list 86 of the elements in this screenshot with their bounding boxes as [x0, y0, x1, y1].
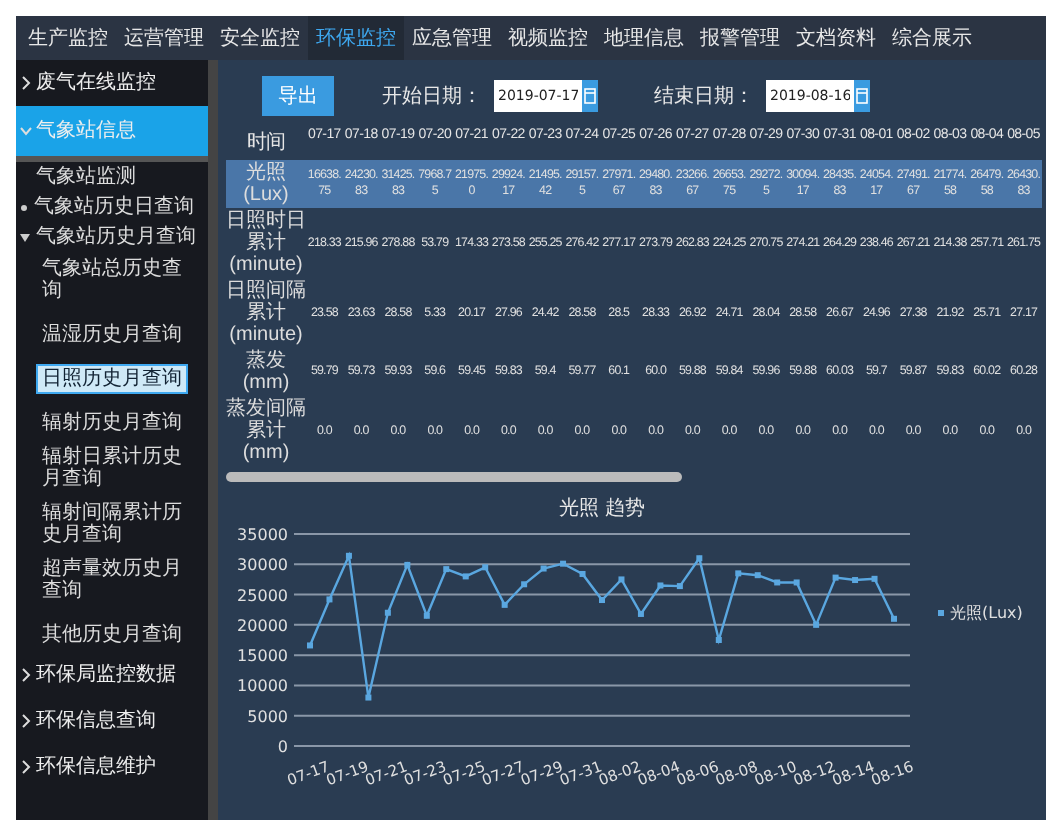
data-point [560, 560, 567, 567]
sidebar-item[interactable]: 气象站历史日查询 [16, 192, 208, 222]
y-axis-label: 0 [277, 738, 288, 756]
data-point [365, 694, 372, 701]
data-point [423, 612, 430, 619]
sidebar-item[interactable]: 气象站总历史查询 [36, 254, 204, 306]
row-header: 日照间隔累计(minute) [226, 278, 306, 348]
calendar-icon[interactable] [582, 80, 598, 112]
data-point [793, 579, 800, 586]
data-point [345, 552, 352, 559]
data-point [307, 642, 313, 649]
data-point [715, 637, 722, 643]
nav-tab[interactable]: 视频监控 [500, 16, 596, 60]
data-point [696, 555, 703, 562]
sidebar-item[interactable]: 环保信息查询 [16, 698, 208, 744]
data-point [443, 566, 450, 573]
sidebar-item[interactable]: 日照历史月查询 [36, 364, 188, 394]
sidebar-item[interactable]: 其他历史月查询 [36, 620, 188, 650]
sidebar-item[interactable]: 气象站监测 [16, 162, 208, 192]
y-axis-label: 5000 [247, 707, 288, 726]
data-point [501, 601, 508, 608]
row-header: 蒸发(mm) [240, 348, 292, 396]
data-point [404, 561, 411, 568]
chevron-right-icon [20, 713, 32, 728]
triangle-down-icon [20, 234, 30, 242]
chevron-right-icon [20, 759, 32, 774]
chart-title: 光照 趋势 [558, 498, 646, 520]
nav-tab[interactable]: 报警管理 [692, 16, 788, 60]
data-point [540, 565, 547, 572]
row-header: 日照时日累计(minute) [226, 208, 306, 278]
sidebar-item[interactable]: 超声量效历史月查询 [36, 554, 204, 606]
sidebar-item[interactable]: 气象站历史月查询 [16, 222, 208, 252]
nav-tab[interactable]: 应急管理 [404, 16, 500, 60]
nav-tab[interactable]: 综合展示 [884, 16, 980, 60]
y-axis-label: 15000 [237, 647, 288, 666]
horizontal-scrollbar[interactable] [226, 472, 682, 482]
y-axis-label: 35000 [237, 526, 288, 544]
legend-marker [938, 610, 944, 616]
sidebar-item[interactable]: 辐射间隔累计历史月查询 [36, 498, 204, 550]
data-point [618, 576, 625, 583]
y-axis-label: 30000 [237, 556, 288, 575]
data-point [462, 573, 469, 580]
end-date-label: 结束日期： [654, 83, 754, 110]
bullet-icon [20, 204, 28, 212]
row-header: 蒸发间隔累计(mm) [226, 396, 306, 466]
y-axis-label: 20000 [237, 616, 288, 635]
sidebar-item[interactable]: 温湿历史月查询 [36, 320, 188, 350]
data-point [813, 621, 820, 628]
data-point [599, 597, 605, 603]
data-point [384, 609, 391, 616]
data-point [579, 571, 586, 577]
scrollbar[interactable] [208, 60, 218, 820]
data-point [735, 570, 742, 577]
nav-tab[interactable]: 安全监控 [212, 16, 308, 60]
sidebar-item[interactable]: 辐射历史月查询 [36, 408, 188, 438]
data-point [891, 615, 897, 622]
data-point [482, 564, 489, 571]
data-point [326, 596, 333, 603]
nav-tab[interactable]: 运营管理 [116, 16, 212, 60]
chevron-down-icon [20, 123, 32, 138]
data-point [852, 577, 859, 584]
legend-label: 光照(Lux) [950, 604, 1023, 622]
column-header: 时间 [244, 129, 288, 158]
data-point [754, 572, 761, 579]
calendar-icon[interactable] [854, 80, 870, 112]
y-axis-label: 10000 [237, 677, 288, 696]
sidebar-item[interactable]: 环保信息维护 [16, 744, 208, 790]
data-point [832, 574, 839, 581]
nav-tab[interactable]: 文档资料 [788, 16, 884, 60]
start-date-label: 开始日期： [382, 83, 482, 110]
sidebar-item[interactable]: 辐射日累计历史月查询 [36, 442, 204, 494]
nav-tab[interactable]: 生产监控 [20, 16, 116, 60]
y-axis-label: 25000 [237, 586, 288, 605]
row-header: 光照(Lux) [226, 160, 306, 208]
data-point [676, 583, 683, 590]
nav-tab[interactable]: 地理信息 [596, 16, 692, 60]
data-point [521, 581, 528, 588]
data-point [637, 610, 644, 617]
data-point [871, 575, 878, 582]
chevron-right-icon [20, 667, 32, 682]
nav-tab[interactable]: 环保监控 [308, 16, 404, 60]
data-point [774, 579, 781, 586]
sidebar-item[interactable]: 环保局监控数据 [16, 652, 208, 698]
sidebar-item[interactable]: 废气在线监控 [16, 60, 208, 106]
data-point [657, 582, 664, 589]
chevron-right-icon [20, 75, 32, 90]
